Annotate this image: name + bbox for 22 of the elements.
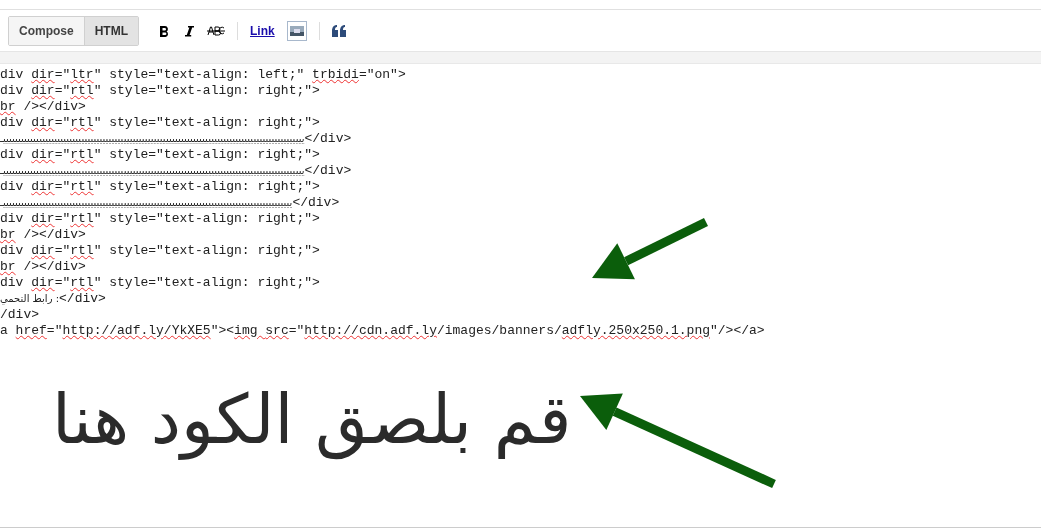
mode-tab[interactable]: HTML bbox=[83, 16, 138, 45]
strikethrough-icon[interactable] bbox=[207, 25, 225, 36]
italic-icon[interactable] bbox=[183, 23, 195, 38]
bold-icon[interactable] bbox=[157, 23, 171, 38]
code-line: /div> bbox=[0, 307, 39, 323]
code-line: div dir="rtl" style="text-align: right;"> bbox=[0, 115, 320, 131]
code-line: div dir="rtl" style="text-align: right;"> bbox=[0, 243, 320, 259]
code-line: br /></div> bbox=[0, 99, 86, 115]
mode-tab[interactable]: Compose bbox=[9, 16, 84, 45]
code-line: div dir="rtl" style="text-align: right;"> bbox=[0, 179, 320, 195]
code-line: div dir="rtl" style="text-align: right;"> bbox=[0, 83, 320, 99]
link-button[interactable]: Link bbox=[250, 21, 275, 40]
code-line: div dir="ltr" style="text-align: left;" trbidi="on"> bbox=[0, 67, 406, 83]
code-line: div dir="rtl" style="text-align: right;"> bbox=[0, 275, 320, 291]
code-line: br /></div> bbox=[0, 259, 86, 275]
image-icon[interactable] bbox=[286, 20, 307, 41]
annotation-text: قم بلصق الكود هنا bbox=[52, 380, 572, 460]
code-line: div dir="rtl" style="text-align: right;"> bbox=[0, 147, 320, 163]
code-line: br /></div> bbox=[0, 227, 86, 243]
quote-icon[interactable] bbox=[331, 24, 346, 37]
code-line: div dir="rtl" style="text-align: right;"> bbox=[0, 211, 320, 227]
code-line: a href="http://adf.ly/YkXE5"><img src="http://cdn.adf.ly/images/banners/adfly.250x250.1.png"/></a> bbox=[0, 323, 765, 339]
